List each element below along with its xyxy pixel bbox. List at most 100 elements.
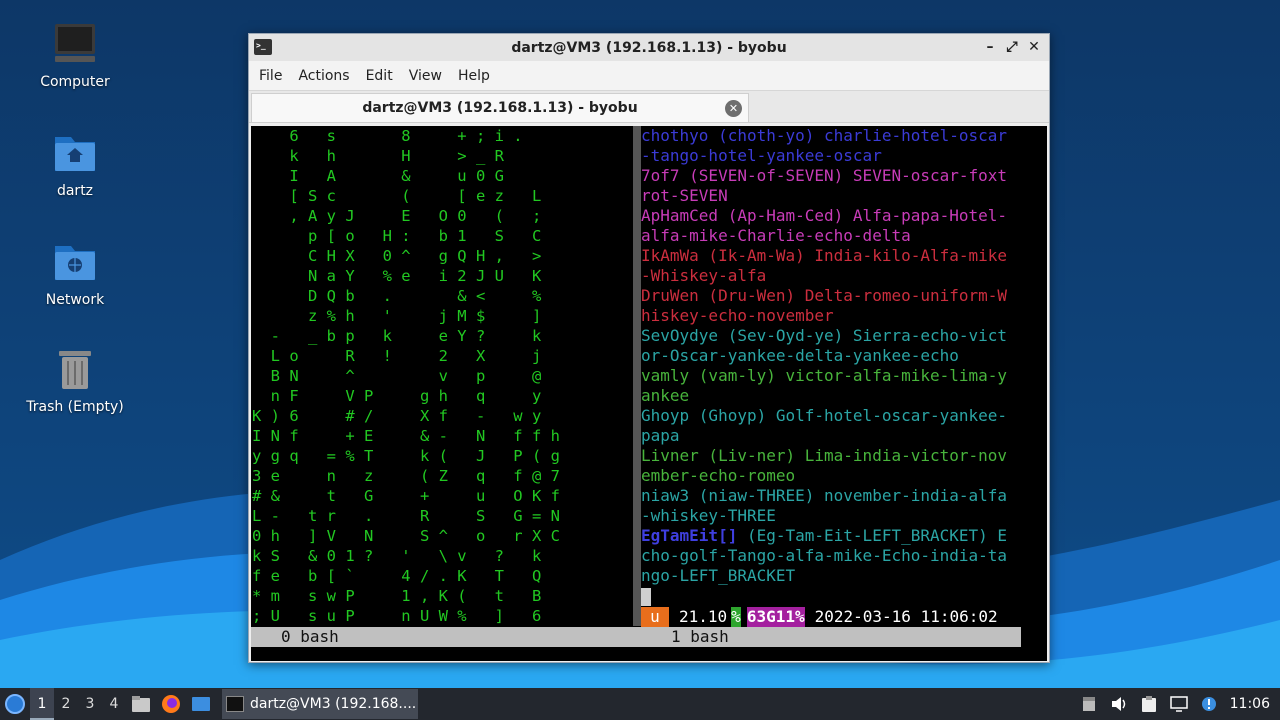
window-titlebar[interactable]: dartz@VM3 (192.168.1.13) - byobu – ⤢ ✕ [249, 34, 1049, 61]
desktop-icon-dartz[interactable]: dartz [10, 129, 140, 199]
terminal-line-text: Ghoyp (Ghoyp) Golf-hotel-oscar-yankee- [641, 406, 1008, 425]
desktop-icon-trash[interactable]: Trash (Empty) [10, 345, 140, 415]
clock[interactable]: 11:06 [1224, 696, 1280, 712]
desktop-icon-label: dartz [56, 183, 94, 199]
taskbar-window-label: dartz@VM3 (192.168.... [250, 696, 417, 712]
terminal-line-text: 7of7 (SEVEN-of-SEVEN) SEVEN-oscar-foxt [641, 166, 1008, 185]
terminal-pane-left[interactable]: 6 s 8 + ; i . k h H > _ R I A & u 0 G [ … [251, 126, 631, 626]
start-logo-icon [5, 694, 25, 714]
terminal-line: niaw3 (niaw-THREE) november-india-alfa [641, 486, 1031, 506]
tab-session[interactable]: dartz@VM3 (192.168.1.13) - byobu ✕ [251, 93, 749, 122]
workspace-1[interactable]: 1 [30, 688, 54, 720]
terminal-line-text: Livner (Liv-ner) Lima-india-victor-nov [641, 446, 1008, 465]
terminal-line-text: IkAmWa (Ik-Am-Wa) India-kilo-Alfa-mike [641, 246, 1008, 265]
byobu-window-bar: 0 bash 1 bash [251, 627, 1021, 647]
byobu-status-bar: u 21.10 % 63G11% 2022-03-16 11:06:02 [641, 607, 1021, 627]
clipboard-icon [1141, 696, 1156, 712]
byobu-window-1[interactable]: 1 bash [641, 627, 1021, 647]
notes-icon [1082, 697, 1095, 711]
menu-actions[interactable]: Actions [290, 68, 357, 84]
terminal-line: Livner (Liv-ner) Lima-india-victor-nov [641, 446, 1031, 466]
start-menu-button[interactable] [0, 688, 30, 720]
terminal-line-text: vamly (vam-ly) victor-alfa-mike-lima-y [641, 366, 1008, 385]
update-icon [1201, 697, 1216, 711]
taskbar-window-terminal[interactable]: dartz@VM3 (192.168.... [222, 689, 418, 719]
terminal-line: -tango-hotel-yankee-oscar [641, 146, 1031, 166]
terminal-area[interactable]: 6 s 8 + ; i . k h H > _ R I A & u 0 G [ … [251, 126, 1047, 661]
terminal-task-icon [226, 696, 244, 712]
tray-notes[interactable] [1074, 688, 1104, 720]
terminal-line-text: SevOydye (Sev-Oyd-ye) Sierra-echo-vict [641, 326, 1008, 345]
tray-network[interactable] [1164, 688, 1194, 720]
menu-view[interactable]: View [401, 68, 450, 84]
menu-file[interactable]: File [251, 68, 290, 84]
terminal-line: -whiskey-THREE [641, 506, 1031, 526]
pane-divider[interactable] [633, 126, 641, 626]
terminal-line-bold: EgTamEit[] [641, 526, 738, 545]
terminal-app-icon [254, 39, 272, 55]
terminal-line-text: cho-golf-Tango-alfa-mike-Echo-india-ta [641, 546, 1008, 565]
status-datetime: 2022-03-16 11:06:02 [814, 607, 998, 626]
launcher-firefox[interactable] [156, 688, 186, 720]
terminal-pane-right[interactable]: chothyo (choth-yo) charlie-hotel-oscar -t… [641, 126, 1031, 606]
file-manager-icon [132, 696, 150, 712]
menu-help[interactable]: Help [450, 68, 498, 84]
terminal-line-text: chothyo (choth-yo) charlie-hotel-oscar [641, 126, 1008, 145]
desktop-icon-computer[interactable]: Computer [10, 20, 140, 90]
desktop-icon-network[interactable]: Network [10, 238, 140, 308]
terminal-line: ember-echo-romeo [641, 466, 1031, 486]
tray-clipboard[interactable] [1134, 688, 1164, 720]
terminal-line-text: DruWen (Dru-Wen) Delta-romeo-uniform-W [641, 286, 1008, 305]
network-folder-icon [55, 246, 95, 280]
terminal-line: papa [641, 426, 1031, 446]
desktop-icon-label: Computer [40, 74, 110, 90]
status-load: 21.10 [679, 607, 728, 626]
terminal-window: dartz@VM3 (192.168.1.13) - byobu – ⤢ ✕ F… [248, 33, 1050, 663]
computer-icon [55, 24, 95, 62]
terminal-line: IkAmWa (Ik-Am-Wa) India-kilo-Alfa-mike [641, 246, 1031, 266]
volume-icon [1111, 697, 1125, 711]
menu-edit[interactable]: Edit [358, 68, 401, 84]
tray-volume[interactable] [1104, 688, 1134, 720]
terminal-line: chothyo (choth-yo) charlie-hotel-oscar [641, 126, 1031, 146]
terminal-line-text: papa [641, 426, 680, 445]
terminal-line-text: alfa-mike-Charlie-echo-delta [641, 226, 911, 245]
terminal-line: cho-golf-Tango-alfa-mike-Echo-india-ta [641, 546, 1031, 566]
desktop-icon-label: Trash (Empty) [26, 399, 124, 415]
close-button[interactable]: ✕ [1025, 37, 1043, 57]
tray-updates[interactable] [1194, 688, 1224, 720]
launcher-show-desktop[interactable] [186, 688, 216, 720]
terminal-line: SevOydye (Sev-Oyd-ye) Sierra-echo-vict [641, 326, 1031, 346]
matrix-output: 6 s 8 + ; i . k h H > _ R I A & u 0 G [ … [252, 127, 560, 625]
workspace-2[interactable]: 2 [54, 688, 78, 720]
terminal-line: vamly (vam-ly) victor-alfa-mike-lima-y [641, 366, 1031, 386]
minimize-button[interactable]: – [981, 37, 999, 57]
desktop-icon-label: Network [45, 292, 105, 308]
terminal-line: DruWen (Dru-Wen) Delta-romeo-uniform-W [641, 286, 1031, 306]
launcher-file-manager[interactable] [126, 688, 156, 720]
terminal-line-text: ankee [641, 386, 690, 405]
terminal-line: hiskey-echo-november [641, 306, 1031, 326]
maximize-button[interactable]: ⤢ [1003, 37, 1021, 57]
terminal-line: rot-SEVEN [641, 186, 1031, 206]
terminal-line: -Whiskey-alfa [641, 266, 1031, 286]
status-memory: 63G11% [746, 607, 805, 627]
terminal-line-text: -tango-hotel-yankee-oscar [641, 146, 882, 165]
tab-close-icon[interactable]: ✕ [725, 100, 742, 117]
terminal-line-text: ApHamCed (Ap-Ham-Ced) Alfa-papa-Hotel- [641, 206, 1008, 225]
terminal-line: 7of7 (SEVEN-of-SEVEN) SEVEN-oscar-foxt [641, 166, 1031, 186]
terminal-line-text: or-Oscar-yankee-delta-yankee-echo [641, 346, 959, 365]
workspace-4[interactable]: 4 [102, 688, 126, 720]
tab-label: dartz@VM3 (192.168.1.13) - byobu [362, 100, 638, 116]
byobu-window-0[interactable]: 0 bash [251, 627, 641, 647]
terminal-line-text: -Whiskey-alfa [641, 266, 767, 285]
terminal-line-text: ngo-LEFT_BRACKET [641, 566, 796, 585]
workspace-3[interactable]: 3 [78, 688, 102, 720]
terminal-line: Ghoyp (Ghoyp) Golf-hotel-oscar-yankee- [641, 406, 1031, 426]
system-tray: 11:06 [1074, 688, 1280, 720]
terminal-line-text: hiskey-echo-november [641, 306, 834, 325]
terminal-line-text: ember-echo-romeo [641, 466, 796, 485]
terminal-line-text: -whiskey-THREE [641, 506, 776, 525]
home-folder-icon [55, 137, 95, 171]
terminal-line: ngo-LEFT_BRACKET [641, 566, 1031, 586]
